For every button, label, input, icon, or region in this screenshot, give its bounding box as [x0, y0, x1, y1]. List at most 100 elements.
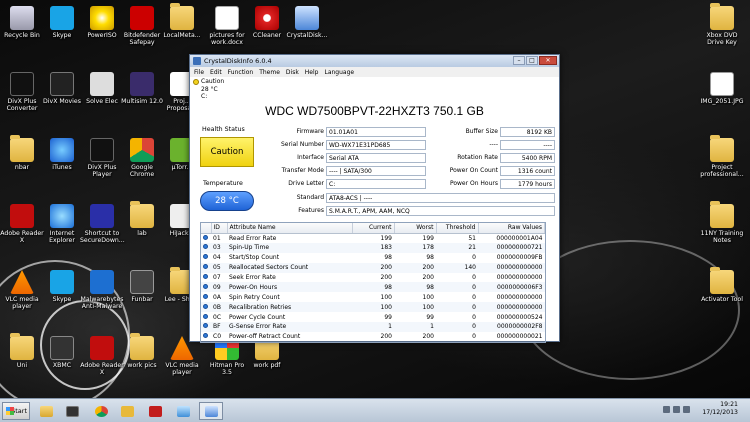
menu-language[interactable]: Language [324, 69, 354, 76]
internet-explorer-shortcut[interactable]: Internet Explorer [40, 204, 84, 244]
taskbar-xbmc[interactable] [60, 402, 84, 420]
vlc-shortcut-2[interactable]: VLC media player [160, 336, 204, 376]
divx-player-shortcut[interactable]: DivX Plus Player [80, 138, 124, 178]
itunes-shortcut[interactable]: iTunes [40, 138, 84, 171]
crystaldisk-shortcut[interactable]: CrystalDisk... [285, 6, 329, 39]
table-row[interactable]: 03 Spin-Up Time 183 178 21 000000000721 [201, 242, 545, 253]
taskbar-explorer[interactable] [34, 402, 58, 420]
skype-icon [50, 6, 74, 30]
attr-current: 200 [380, 274, 392, 281]
xbmc-icon [66, 406, 79, 417]
attr-name: Power-off Retract Count [229, 333, 301, 341]
table-row[interactable]: 04 Start/Stop Count 98 98 0 0000000009FB [201, 253, 545, 263]
bitdefender-shortcut[interactable]: Bitdefender Safepay [120, 6, 164, 46]
securedownload-icon [90, 204, 114, 228]
solve-elec-shortcut[interactable]: Solve Elec [80, 72, 124, 105]
skype-shortcut-2[interactable]: Skype [40, 270, 84, 303]
drive-letter: C: [201, 93, 208, 100]
menu-help[interactable]: Help [305, 69, 319, 76]
attr-current: 98 [352, 282, 394, 293]
menu-file[interactable]: File [194, 69, 204, 76]
divx-converter-shortcut[interactable]: DivX Plus Converter [0, 72, 44, 112]
drive-selector-button[interactable]: Caution 28 °C C: [192, 78, 228, 102]
securedown-shortcut[interactable]: Shortcut to SecureDown... [80, 204, 125, 244]
status-column-header[interactable] [201, 223, 212, 234]
menu-disk[interactable]: Disk [286, 69, 299, 76]
divx-movies-shortcut[interactable]: DivX Movies [40, 72, 84, 105]
folder-icon [10, 333, 34, 360]
malwarebytes-shortcut[interactable]: Malwarebytes Anti-Malware [80, 270, 124, 310]
skype-shortcut[interactable]: Skype [40, 6, 84, 39]
table-row[interactable]: 0B Recalibration Retries 100 100 0 0000000000… [201, 302, 545, 313]
smart-attributes-table[interactable]: ID Attribute Name Current Worst Threshol… [200, 222, 546, 343]
taskbar-chrome[interactable] [89, 402, 113, 420]
threshold-column-header[interactable]: Threshold [436, 223, 479, 234]
maximize-button[interactable]: □ [526, 56, 538, 65]
project-professional-folder[interactable]: Project professional... [700, 135, 744, 178]
work-pics-folder[interactable]: work pics [120, 333, 164, 369]
blank-label-1: ---- [489, 141, 498, 148]
adobe-reader-shortcut[interactable]: Adobe Reader X [0, 204, 44, 244]
crystaldiskinfo-window[interactable]: CrystalDiskInfo 6.0.4 – □ ✕ File Edit Fu… [189, 54, 560, 343]
table-row[interactable]: 09 Power-On Hours 98 98 0 0000000006F3 [201, 282, 545, 293]
worst-column-header[interactable]: Worst [394, 223, 437, 234]
table-row[interactable]: 0A Spin Retry Count 100 100 0 000000000000 [201, 292, 545, 302]
table-row[interactable]: BF G-Sense Error Rate 1 1 0 0000000002F8 [201, 322, 545, 332]
taskbar-media-player[interactable] [115, 402, 139, 420]
funbar-icon [130, 270, 154, 294]
training-notes-folder[interactable]: 11NY Training Notes [700, 201, 744, 244]
attr-current: 183 [352, 242, 394, 253]
poweriso-shortcut[interactable]: PowerISO [80, 6, 124, 39]
raw-values-column-header[interactable]: Raw Values [478, 223, 545, 234]
folder-icon [10, 135, 34, 162]
attr-worst: 199 [422, 234, 434, 242]
pictures-for-work-doc[interactable]: pictures for work.docx [205, 6, 249, 46]
drive-letter-value: C: [326, 179, 426, 189]
localmeta-folder[interactable]: LocalMeta... [160, 3, 204, 39]
close-button[interactable]: ✕ [539, 56, 557, 65]
features-label: Features [298, 207, 324, 214]
solve-elec-icon [90, 72, 114, 96]
table-row[interactable]: 07 Seek Error Rate 200 200 0 000000000000 [201, 273, 545, 283]
recycle-bin-shortcut[interactable]: Recycle Bin [0, 6, 44, 39]
nbar-folder[interactable]: nbar [0, 135, 44, 171]
folder-icon [710, 3, 734, 30]
adobe-reader-shortcut-2[interactable]: Adobe Reader X [80, 336, 124, 376]
google-chrome-shortcut[interactable]: Google Chrome [120, 138, 164, 178]
id-column-header[interactable]: ID [211, 223, 228, 234]
current-column-header[interactable]: Current [352, 223, 395, 234]
table-row[interactable]: 0C Power Cycle Count 99 99 0 000000000524 [201, 312, 545, 322]
taskbar-crystaldiskinfo[interactable] [199, 402, 223, 420]
attribute-column-header[interactable]: Attribute Name [227, 223, 353, 234]
menu-theme[interactable]: Theme [259, 69, 280, 76]
start-button[interactable]: Start [2, 402, 30, 420]
table-row[interactable]: C0 Power-off Retract Count 200 200 0 00000000… [201, 332, 545, 342]
tray-icon[interactable] [663, 406, 670, 413]
serial-label: Serial Number [281, 141, 324, 148]
taskbar-app-red[interactable] [143, 402, 167, 420]
vlc-shortcut[interactable]: VLC media player [0, 270, 44, 310]
ccleaner-shortcut[interactable]: CCleaner [245, 6, 289, 39]
clock[interactable]: 19:21 17/12/2013 [678, 401, 748, 421]
app-icon [177, 406, 190, 417]
multisim-shortcut[interactable]: Multisim 12.0 [120, 72, 164, 105]
lab-folder[interactable]: lab [120, 201, 164, 237]
img-2051-file[interactable]: IMG_2051.JPG [700, 72, 744, 105]
xbmc-shortcut[interactable]: XBMC [40, 336, 84, 369]
window-titlebar[interactable]: CrystalDiskInfo 6.0.4 – □ ✕ [190, 55, 559, 67]
menu-edit[interactable]: Edit [210, 69, 222, 76]
table-row[interactable]: 05 Reallocated Sectors Count 200 200 140 0000… [201, 262, 545, 273]
menu-function[interactable]: Function [228, 69, 254, 76]
table-row[interactable]: 01 Read Error Rate 199 199 51 000000001A04 [201, 233, 545, 243]
divx-play-icon [90, 138, 114, 162]
xbox-dvd-folder[interactable]: Xbox DVD Drive Key [700, 3, 744, 46]
uni-folder[interactable]: Uni [0, 333, 44, 369]
activator-tool-folder[interactable]: Activator Tool [700, 267, 744, 303]
attr-name: Spin Retry Count [229, 293, 280, 301]
malwarebytes-icon [90, 270, 114, 294]
taskbar-app-paint[interactable] [171, 402, 195, 420]
minimize-button[interactable]: – [513, 56, 525, 65]
health-status-button[interactable]: Caution [200, 137, 254, 167]
attr-raw: 000000000721 [478, 242, 545, 253]
funbar-shortcut[interactable]: Funbar [120, 270, 164, 303]
